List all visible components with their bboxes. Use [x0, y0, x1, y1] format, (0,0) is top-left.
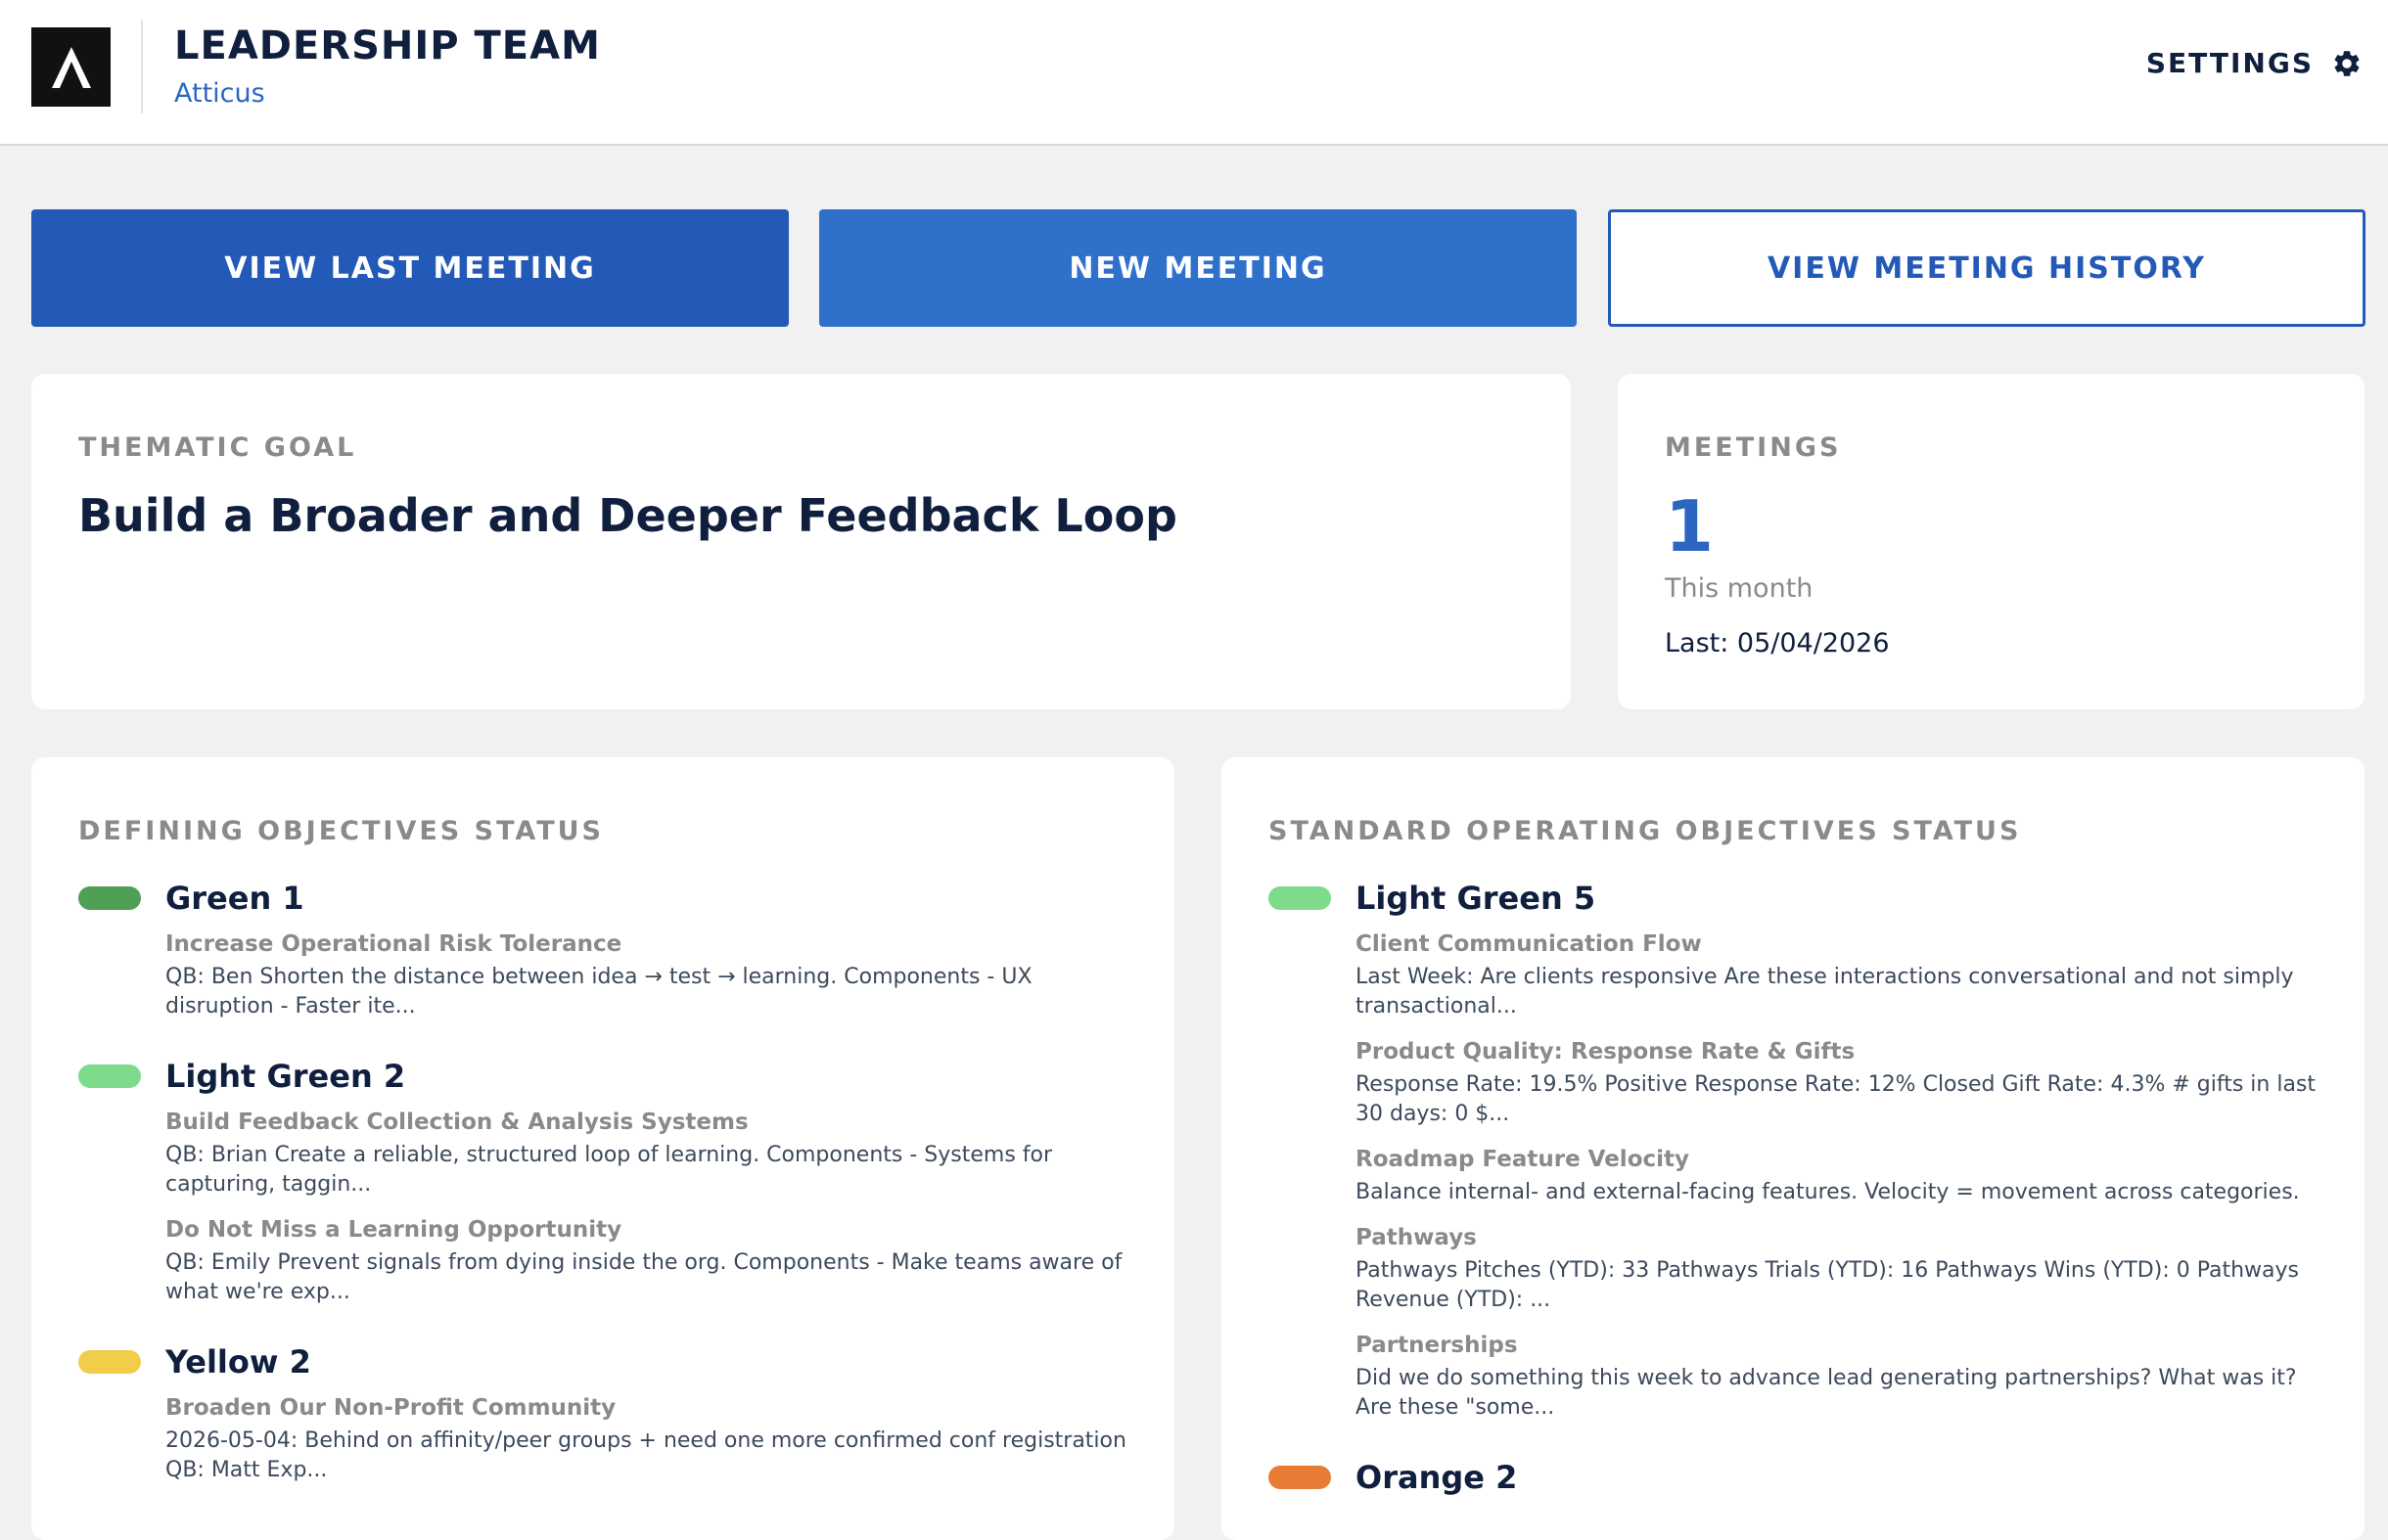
- status-pill-light-green: [78, 1064, 141, 1088]
- status-group: Green 1 Increase Operational Risk Tolera…: [78, 877, 1145, 1021]
- meetings-label: MEETINGS: [1665, 432, 1842, 463]
- view-meeting-history-button[interactable]: VIEW MEETING HISTORY: [1608, 209, 2365, 327]
- last-meeting-date: Last: 05/04/2026: [1665, 628, 1890, 658]
- objective-description: Last Week: Are clients responsive Are th…: [1355, 965, 2294, 1019]
- objective-item[interactable]: Increase Operational Risk Tolerance QB: …: [165, 931, 1144, 1021]
- status-header: Green 1: [78, 877, 1145, 920]
- objective-description: 2026-05-04: Behind on affinity/peer grou…: [165, 1428, 1126, 1482]
- objective-item[interactable]: Product Quality: Response Rate & Gifts R…: [1355, 1039, 2334, 1129]
- thematic-goal-text: Build a Broader and Deeper Feedback Loop: [78, 489, 1177, 542]
- status-header: Light Green 2: [78, 1055, 1145, 1098]
- objective-description: Did we do something this week to advance…: [1355, 1366, 2297, 1420]
- meetings-card: MEETINGS 1 This month Last: 05/04/2026: [1618, 374, 2365, 709]
- status-pill-green: [78, 886, 141, 910]
- status-header: Light Green 5: [1268, 877, 2335, 920]
- status-group: Light Green 2 Build Feedback Collection …: [78, 1055, 1145, 1307]
- meetings-period: This month: [1665, 573, 1814, 604]
- logo-glyph: [51, 46, 91, 88]
- thematic-goal-card: THEMATIC GOAL Build a Broader and Deeper…: [31, 374, 1571, 709]
- atticus-logo-icon[interactable]: [31, 27, 111, 107]
- objective-item[interactable]: Pathways Pathways Pitches (YTD): 33 Path…: [1355, 1225, 2334, 1315]
- objective-title: Broaden Our Non-Profit Community: [165, 1395, 617, 1421]
- status-group: Orange 2: [1268, 1456, 2335, 1499]
- objective-title: Increase Operational Risk Tolerance: [165, 931, 622, 957]
- objective-description: QB: Ben Shorten the distance between ide…: [165, 965, 1033, 1019]
- status-title: Orange 2: [1355, 1459, 1518, 1496]
- status-group: Yellow 2 Broaden Our Non-Profit Communit…: [78, 1340, 1145, 1485]
- status-title: Green 1: [165, 880, 304, 917]
- status-header: Yellow 2: [78, 1340, 1145, 1383]
- status-pill-light-green: [1268, 886, 1331, 910]
- settings-button[interactable]: SETTINGS: [2146, 47, 2363, 79]
- new-meeting-button[interactable]: NEW MEETING: [819, 209, 1577, 327]
- status-title: Light Green 2: [165, 1058, 406, 1095]
- objective-title: Partnerships: [1355, 1333, 1518, 1358]
- status-pill-yellow: [78, 1350, 141, 1374]
- objective-title: Product Quality: Response Rate & Gifts: [1355, 1039, 1856, 1064]
- view-last-meeting-button[interactable]: VIEW LAST MEETING: [31, 209, 789, 327]
- team-title: LEADERSHIP TEAM: [174, 23, 601, 68]
- thematic-goal-label: THEMATIC GOAL: [78, 432, 357, 463]
- app-header: LEADERSHIP TEAM Atticus SETTINGS: [0, 0, 2388, 146]
- status-title: Yellow 2: [165, 1343, 311, 1381]
- status-pill-orange: [1268, 1466, 1331, 1489]
- status-group: Light Green 5 Client Communication Flow …: [1268, 877, 2335, 1423]
- standard-objectives-label: STANDARD OPERATING OBJECTIVES STATUS: [1268, 816, 2022, 846]
- objective-item[interactable]: Do Not Miss a Learning Opportunity QB: E…: [165, 1217, 1144, 1307]
- standard-objectives-card: STANDARD OPERATING OBJECTIVES STATUS Lig…: [1221, 757, 2365, 1540]
- organization-name: Atticus: [174, 78, 265, 109]
- objective-item[interactable]: Partnerships Did we do something this we…: [1355, 1333, 2334, 1423]
- objective-title: Pathways: [1355, 1225, 1477, 1250]
- objective-description: Balance internal- and external-facing fe…: [1355, 1180, 2300, 1204]
- objective-item[interactable]: Build Feedback Collection & Analysis Sys…: [165, 1110, 1144, 1200]
- gear-icon: [2334, 50, 2360, 76]
- objective-item[interactable]: Roadmap Feature Velocity Balance interna…: [1355, 1147, 2334, 1207]
- status-header: Orange 2: [1268, 1456, 2335, 1499]
- defining-objectives-label: DEFINING OBJECTIVES STATUS: [78, 816, 604, 846]
- objective-description: Response Rate: 19.5% Positive Response R…: [1355, 1072, 2317, 1126]
- objective-description: QB: Brian Create a reliable, structured …: [165, 1143, 1053, 1197]
- objective-description: QB: Emily Prevent signals from dying ins…: [165, 1250, 1123, 1304]
- objective-title: Client Communication Flow: [1355, 931, 1702, 957]
- objective-description: Pathways Pitches (YTD): 33 Pathways Tria…: [1355, 1258, 2299, 1312]
- defining-status-list: Green 1 Increase Operational Risk Tolera…: [78, 877, 1145, 1518]
- objective-item[interactable]: Client Communication Flow Last Week: Are…: [1355, 931, 2334, 1021]
- status-title: Light Green 5: [1355, 880, 1596, 917]
- objective-title: Do Not Miss a Learning Opportunity: [165, 1217, 622, 1243]
- standard-status-list: Light Green 5 Client Communication Flow …: [1268, 877, 2335, 1532]
- defining-objectives-card: DEFINING OBJECTIVES STATUS Green 1 Incre…: [31, 757, 1174, 1540]
- meetings-count: 1: [1665, 485, 1715, 567]
- header-divider: [141, 20, 143, 113]
- objective-title: Roadmap Feature Velocity: [1355, 1147, 1690, 1172]
- settings-label: SETTINGS: [2145, 47, 2314, 79]
- objective-title: Build Feedback Collection & Analysis Sys…: [165, 1110, 749, 1135]
- objective-item[interactable]: Broaden Our Non-Profit Community 2026-05…: [165, 1395, 1144, 1485]
